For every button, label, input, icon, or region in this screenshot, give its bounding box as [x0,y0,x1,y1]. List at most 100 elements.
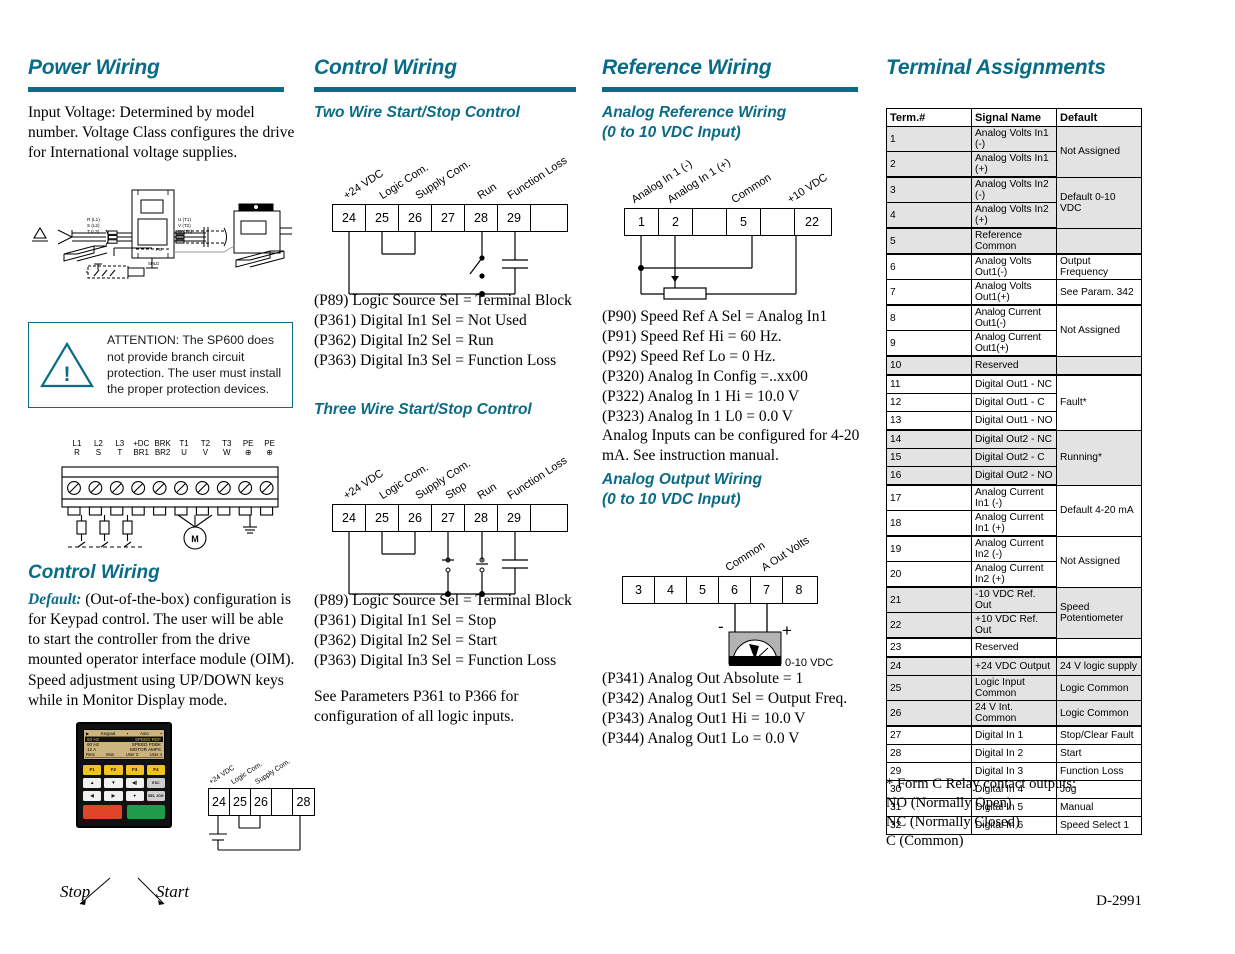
keypad-function-keys[interactable]: F1 F2 F3 F4 [83,765,165,775]
keypad-navkey-3[interactable]: ESC PROG [146,778,165,795]
subsection-analog-ref-title-2: (0 to 10 VDC Input) [602,123,741,141]
keypad-navkey-2[interactable]: ◀) [125,778,144,788]
cell-term-number: 21 [886,586,972,613]
two-wire-diagram: +24 VDC Logic Com. Supply Com. Run Function … [332,148,582,308]
table-row: 21 -10 VDC Ref. Out Speed Potentiometer [886,586,1142,639]
cell-term-number: 2 [886,151,972,178]
wire-label-function-loss: Function Loss [505,454,570,502]
wire-label-10-vdc: +10 VDC [785,171,830,206]
analog-ref-param-3: (P320) Analog In Config =..xx00 [602,367,808,385]
analog-ref-param-4: (P322) Analog In 1 Hi = 10.0 V [602,387,800,405]
analog-ref-param-2: (P92) Speed Ref Lo = 0 Hz. [602,347,776,365]
keypad-fkey-f1[interactable]: F1 [83,765,102,775]
terminal-cell-29: 29 [498,505,531,531]
cell-default-value: Fault* [1056,374,1142,431]
cell-term-number: 7 [886,279,972,306]
keypad-soft-key-labels: Rest Mon User 3 User 4 [85,752,163,758]
keypad-fkey-f3[interactable]: F3 [125,765,144,775]
subsection-two-wire-title: Two Wire Start/Stop Control [314,104,520,121]
wire-label-analog-in-1: Analog In 1 (+) [665,156,733,206]
cell-signal-name: Analog Current Out1(+) [971,330,1057,357]
terminal-cell-22: 22 [805,215,819,229]
keypad-stop-button[interactable] [83,805,122,819]
keypad-start-button[interactable] [126,805,165,819]
keypad-softkey-2[interactable]: User 3 [126,752,138,757]
terminal-assignments-table: Term.# Signal Name Default 1 Analog Volts… [886,108,1142,835]
table-row: 7 Analog Volts Out1(+) See Param. 342 [886,279,1142,306]
wire-label-run: Run [475,480,499,502]
cell-term-number: 15 [886,448,972,467]
svg-text:S (L2): S (L2) [87,223,100,228]
keypad-status-item-2: ▪ [126,731,129,736]
analog-ref-param-1: (P91) Speed Ref Hi = 60 Hz. [602,327,782,345]
keypad-nav-keys[interactable]: ▲▼◀)ESC PROG ◀▶●SEL JOG [83,778,165,801]
keypad-fkey-f2[interactable]: F2 [104,765,123,775]
terminal-cell-27: 27 [432,205,465,231]
attention-text: ATTENTION: The SP600 does not provide br… [107,333,282,397]
keypad-softkey-0[interactable]: Rest [86,752,95,757]
wire-label-24-vdc: +24 VDC [341,167,386,202]
cell-term-number: 1 [886,126,972,152]
terminal-cell-26: 26 [399,205,432,231]
cell-default-value [1056,637,1142,658]
cell-term-number: 17 [886,484,972,511]
analog-output-diagram: Common A Out Volts 345678 - + 0-10 VDC [622,534,862,682]
terminal-cell-26: 26 [251,789,272,815]
table-footnotes: * Form C Relay contact outputs: NO (Norma… [886,775,1148,851]
keypad-navkey-7[interactable]: SEL JOG [146,791,165,801]
cell-signal-name: Digital Out2 - NO [971,466,1057,486]
cell-signal-name: Digital Out2 - NC [971,429,1057,449]
table-row: 23 Reserved [886,637,1142,658]
two-wire-param-1: (P361) Digital In1 Sel = Not Used [314,311,527,329]
shld-label: SHLD [148,261,159,266]
keypad-navkey-5[interactable]: ▶ [104,791,123,801]
cell-signal-name: Analog Volts In2 (-) [971,176,1057,203]
two-wire-param-3: (P363) Digital In3 Sel = Function Loss [314,351,557,369]
keypad-softkey-1[interactable]: Mon [106,752,114,757]
cell-signal-name: Analog Current Out1(-) [971,304,1057,331]
keypad-main-buttons[interactable] [83,805,165,819]
cell-signal-name: +24 VDC Output [971,656,1057,676]
footnote-line-0: * Form C Relay contact outputs: [886,776,1077,792]
terminal-cell-blank [272,789,293,815]
cell-signal-name: Analog Volts In1 (+) [971,151,1057,178]
cell-signal-name: Reserved [971,637,1057,658]
cell-signal-name: Digital In 2 [971,744,1057,763]
terminal-cell-25: 25 [230,789,251,815]
meter-minus-label: - [718,617,724,636]
keypad-navkey-6[interactable]: ● [125,791,144,801]
terminal-cell-4: 4 [655,577,687,603]
analog-ref-param-5: (P323) Analog In 1 L0 = 0.0 V [602,407,794,425]
analog-ref-parameters: (P90) Speed Ref A Sel = Analog In1 (P91) … [602,307,860,426]
table-row: 3 Analog Volts In2 (-) Default 0-10 VDC [886,176,1142,229]
terminal-cell-27: 27 [432,505,465,531]
cell-default-value: Default 4-20 mA [1056,484,1142,537]
table-row: 27 Digital In 1 Stop/Clear Fault [886,725,1142,745]
keypad-softkey-3[interactable]: User 4 [150,752,162,757]
keypad-fkey-f4[interactable]: F4 [146,765,165,775]
heading-rule [28,87,284,92]
analog-ref-param-0: (P90) Speed Ref A Sel = Analog In1 [602,308,828,325]
cell-default-value: Not Assigned [1056,126,1142,178]
cell-signal-name: Reserved [971,355,1057,376]
footnote-line-3: C (Common) [886,832,964,849]
keypad-status-item-0: ▶ [86,731,90,736]
svg-text:W (T3): W (T3) [178,229,193,234]
analog-out-parameters: (P341) Analog Out Absolute = 1 (P342) Ana… [602,669,860,749]
cell-term-number: 6 [886,253,972,280]
cell-signal-name: Analog Volts In1 (-) [971,126,1057,152]
cell-default-value [1056,355,1142,376]
terminal-cell-blank [693,209,727,235]
keypad-mode-terminal-diagram: +24 VDC Logic Com. Supply Com. 24 25 26 28 [208,758,323,864]
cell-term-number: 20 [886,561,972,588]
two-wire-terminal-strip: 24 25 26 27 28 29 [332,204,568,232]
analog-out-param-0: (P341) Analog Out Absolute = 1 [602,670,804,687]
table-row: 1 Analog Volts In1 (-) Not Assigned [886,126,1142,178]
keypad-navkey-0[interactable]: ▲ [83,778,102,788]
default-lead: Default: [28,591,82,608]
keypad-navkey-1[interactable]: ▼ [104,778,123,788]
keypad-navkey-4[interactable]: ◀ [83,791,102,801]
table-row: 6 Analog Volts Out1(-) Output Frequency [886,253,1142,280]
mini-terminal-strip: 24 25 26 28 [208,788,315,816]
three-wire-note: See Parameters P361 to P366 for configur… [314,687,519,725]
